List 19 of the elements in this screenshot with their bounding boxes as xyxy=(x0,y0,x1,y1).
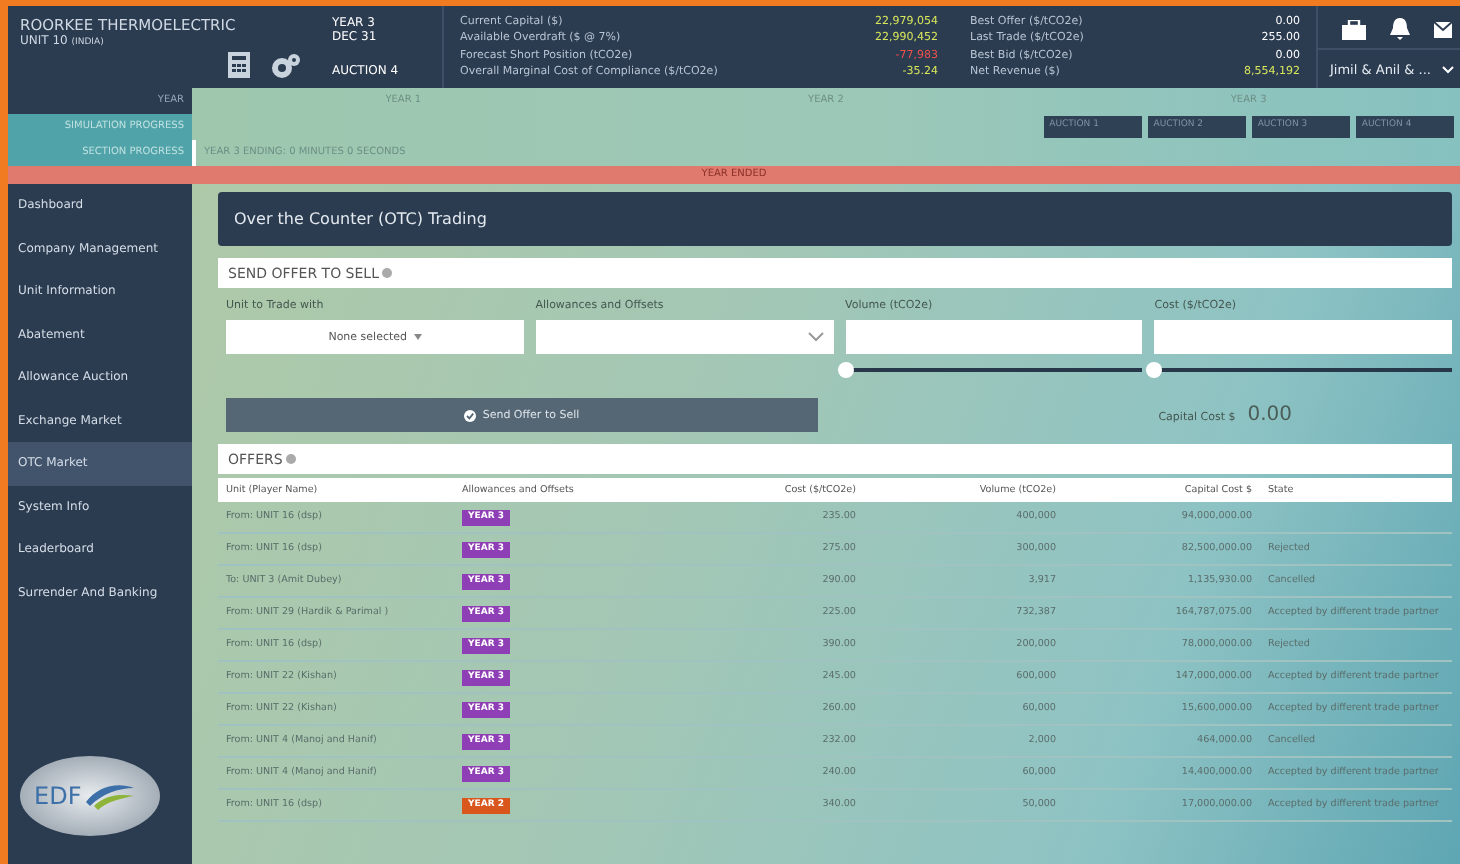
info-icon xyxy=(382,268,393,278)
cost-input[interactable] xyxy=(1154,320,1452,354)
volume-input[interactable] xyxy=(845,320,1143,354)
caret-icon xyxy=(413,334,422,340)
info-icon xyxy=(286,454,297,464)
chevron-down-icon xyxy=(807,332,823,342)
capital-cost-value: 0.00 xyxy=(1247,404,1292,426)
swoosh-icon xyxy=(85,782,134,810)
mail-icon[interactable] xyxy=(1434,21,1452,37)
briefcase-icon[interactable] xyxy=(1342,19,1366,39)
slider-thumb[interactable] xyxy=(837,362,853,378)
check-circle-icon xyxy=(464,409,477,421)
logo: EDF xyxy=(20,756,160,836)
gears-icon[interactable] xyxy=(270,53,300,77)
slider-thumb[interactable] xyxy=(1146,362,1163,378)
page-title: Over the Counter (OTC) Trading xyxy=(218,192,1452,246)
bell-icon[interactable] xyxy=(1390,18,1410,40)
chevron-down-icon[interactable] xyxy=(1442,65,1454,73)
calculator-icon[interactable] xyxy=(228,52,250,78)
